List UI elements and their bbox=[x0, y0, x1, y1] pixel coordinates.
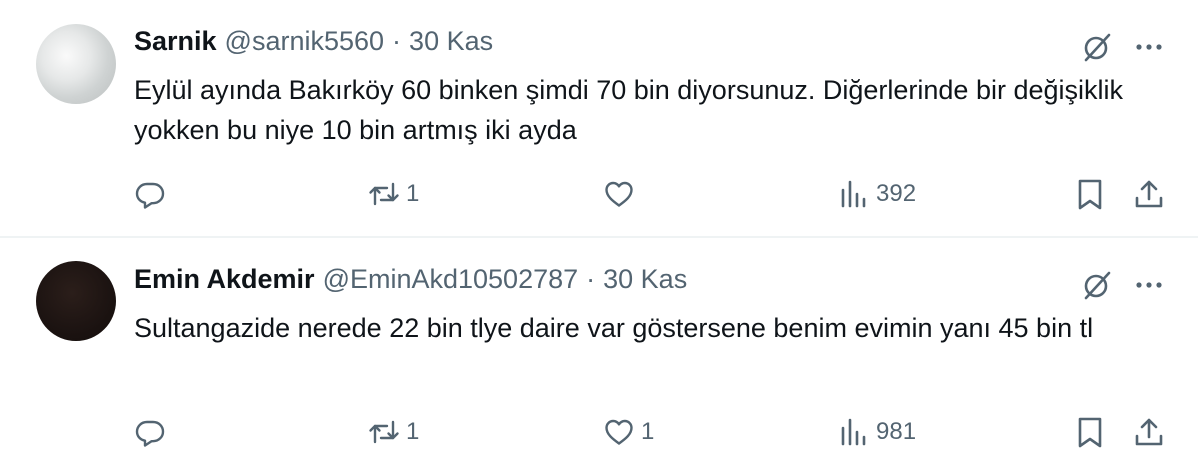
retweet-button[interactable]: 1 bbox=[368, 174, 419, 214]
tweet-date[interactable]: 30 Kas bbox=[409, 26, 493, 57]
reply-button[interactable] bbox=[134, 412, 172, 452]
retweet-icon bbox=[369, 420, 399, 444]
views-button[interactable]: 392 bbox=[838, 174, 916, 214]
reply-icon bbox=[135, 182, 165, 209]
tweet-date[interactable]: 30 Kas bbox=[603, 264, 687, 295]
heart-icon bbox=[605, 181, 633, 207]
tweet-header: Emin Akdemir @EminAkd10502787 · 30 Kas bbox=[134, 264, 687, 300]
bookmark-icon bbox=[1078, 417, 1102, 448]
retweet-count: 1 bbox=[406, 180, 420, 207]
more-icon[interactable] bbox=[1132, 268, 1166, 302]
tweet-actions: 1 1 981 bbox=[0, 412, 1198, 452]
tweet[interactable]: Sarnik @sarnik5560 · 30 Kas Eylül ayında… bbox=[0, 0, 1198, 236]
like-button[interactable]: 1 bbox=[603, 412, 654, 452]
share-icon bbox=[1135, 180, 1163, 208]
author-name[interactable]: Sarnik bbox=[134, 26, 217, 57]
share-button[interactable] bbox=[1133, 412, 1165, 452]
reply-button[interactable] bbox=[134, 174, 172, 214]
more-icon[interactable] bbox=[1132, 30, 1166, 64]
grok-icon[interactable] bbox=[1080, 268, 1114, 302]
view-count: 392 bbox=[876, 180, 917, 207]
author-handle[interactable]: @sarnik5560 bbox=[225, 26, 385, 57]
heart-icon bbox=[605, 419, 633, 445]
bookmark-icon bbox=[1078, 179, 1102, 210]
tweet[interactable]: Emin Akdemir @EminAkd10502787 · 30 Kas S… bbox=[0, 238, 1198, 468]
views-icon bbox=[841, 418, 866, 446]
views-icon bbox=[841, 180, 866, 208]
separator: · bbox=[392, 26, 402, 56]
author-name[interactable]: Emin Akdemir bbox=[134, 264, 315, 295]
author-handle[interactable]: @EminAkd10502787 bbox=[323, 264, 579, 295]
retweet-button[interactable]: 1 bbox=[368, 412, 419, 452]
tweet-text: Sultangazide nerede 22 bin tlye daire va… bbox=[134, 313, 1094, 343]
retweet-count: 1 bbox=[406, 418, 420, 445]
like-count: 1 bbox=[641, 418, 655, 445]
bookmark-button[interactable] bbox=[1074, 174, 1106, 214]
bookmark-button[interactable] bbox=[1074, 412, 1106, 452]
separator: · bbox=[586, 264, 596, 294]
like-button[interactable] bbox=[603, 174, 641, 214]
views-button[interactable]: 981 bbox=[838, 412, 916, 452]
tweet-text: Eylül ayında Bakırköy 60 binken şimdi 70… bbox=[134, 75, 1123, 145]
retweet-icon bbox=[369, 182, 399, 206]
view-count: 981 bbox=[876, 418, 917, 445]
tweet-header: Sarnik @sarnik5560 · 30 Kas bbox=[134, 26, 493, 62]
share-button[interactable] bbox=[1133, 174, 1165, 214]
grok-icon[interactable] bbox=[1080, 30, 1114, 64]
share-icon bbox=[1135, 418, 1163, 446]
avatar[interactable] bbox=[36, 24, 116, 104]
reply-icon bbox=[135, 420, 165, 447]
tweet-actions: 1 392 bbox=[0, 174, 1198, 214]
avatar[interactable] bbox=[36, 261, 116, 341]
